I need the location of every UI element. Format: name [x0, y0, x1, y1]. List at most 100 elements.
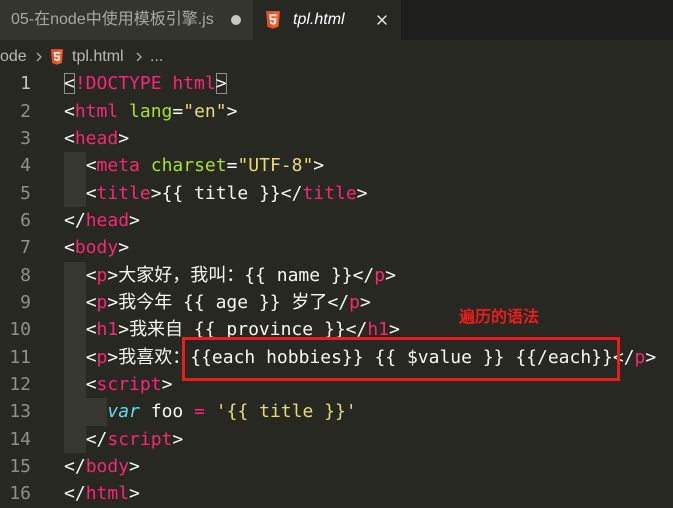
line-content: <p>大家好，我叫：{{ name }}</p>	[64, 261, 396, 289]
line-content: <head>	[64, 125, 129, 152]
code-line[interactable]: 16 </html>	[0, 480, 673, 507]
punctuation-token: >	[107, 291, 119, 313]
line-number: 12	[9, 373, 31, 395]
code-line[interactable]: 9 <p>我今年 {{ age }} 岁了</p>	[0, 288, 673, 317]
chevron-right-icon	[36, 52, 42, 62]
line-content: </script>	[64, 425, 184, 453]
code-line[interactable]: 5 <title>{{ title }}</title>	[0, 179, 673, 207]
code-line[interactable]: 3 <head>	[0, 125, 673, 152]
line-content: var foo = '{{ title }}'	[64, 398, 357, 426]
breadcrumb-symbol[interactable]: ...	[150, 41, 163, 73]
punctuation-token: >	[389, 319, 400, 341]
tab-label: tpl.html	[293, 11, 345, 28]
code-line[interactable]: 7 <body>	[0, 234, 673, 261]
punctuation-token: </	[352, 264, 375, 286]
punctuation-token: <	[64, 237, 75, 259]
code-line[interactable]: 10 <h1>我来自 {{ province }}</h1>	[0, 316, 673, 344]
code-line[interactable]: 15 </body>	[0, 453, 673, 480]
punctuation-token: <	[85, 182, 97, 204]
punctuation-token: </	[280, 182, 303, 204]
code-line[interactable]: 1 <!DOCTYPE html>	[0, 70, 673, 97]
line-number: 6	[20, 209, 31, 231]
punctuation-token: >	[129, 209, 140, 231]
code-line[interactable]: 2 <html lang="en">	[0, 98, 673, 125]
punctuation-token: >	[107, 264, 119, 286]
text-token: 大家好，我叫：{{ name }}	[118, 264, 353, 286]
punctuation-token: >	[161, 373, 173, 395]
tag-token: p	[349, 291, 360, 313]
line-content: <script>	[64, 370, 173, 399]
line-number: 2	[20, 100, 31, 122]
tag-token: head	[85, 209, 130, 231]
code-line[interactable]: 12 <script>	[0, 370, 673, 399]
punctuation-token: >	[356, 182, 368, 204]
indent-guide	[64, 316, 86, 344]
tab-tpl-html[interactable]: tpl.html	[253, 0, 401, 40]
punctuation-token: >	[118, 127, 130, 149]
punctuation-token: =	[226, 155, 238, 177]
code-line[interactable]: 4 <meta charset="UTF-8">	[0, 152, 673, 180]
line-number: 15	[9, 455, 31, 477]
tab-bar: 05-在node中使用模板引擎.js tpl.html	[0, 0, 673, 40]
code-line[interactable]: 13 var foo = '{{ title }}'	[0, 398, 673, 426]
line-number: 14	[9, 428, 31, 450]
line-content: </head>	[64, 207, 140, 234]
indent-guide	[64, 425, 86, 453]
tag-token: p	[374, 264, 386, 286]
punctuation-token: </	[345, 319, 368, 341]
punctuation-token: >	[172, 428, 184, 450]
tag-token: !DOCTYPE html	[74, 73, 216, 95]
punctuation-token: >	[129, 483, 140, 505]
tag-token: p	[634, 346, 646, 368]
code-editor[interactable]: 1 <!DOCTYPE html> 2 <html lang="en"> 3 <head>…	[0, 70, 673, 508]
indent-guide	[64, 179, 86, 207]
punctuation-token: >	[359, 291, 371, 313]
line-content: <h1>我来自 {{ province }}</h1>	[64, 316, 400, 344]
code-line[interactable]: 6 </head>	[0, 207, 673, 234]
chevron-right-icon	[136, 52, 142, 62]
punctuation-token: </	[612, 346, 635, 368]
line-content: <p>我今年 {{ age }} 岁了</p>	[64, 288, 371, 317]
line-number: 1	[20, 73, 31, 95]
tag-token: h1	[96, 319, 119, 341]
line-number: 9	[20, 291, 31, 313]
tag-token: body	[85, 455, 130, 477]
tag-token: head	[74, 127, 119, 149]
line-content: </body>	[64, 453, 140, 480]
punctuation-token: <	[85, 373, 97, 395]
line-number: 7	[20, 237, 31, 259]
string-token: "UTF-8"	[237, 155, 314, 177]
text-token: 我今年 {{ age }} 岁了	[118, 291, 328, 313]
tab-template-engine-js[interactable]: 05-在node中使用模板引擎.js	[0, 0, 253, 40]
line-content: <title>{{ title }}</title>	[64, 179, 368, 207]
html5-icon	[50, 49, 64, 65]
tag-token: html	[85, 483, 130, 505]
close-icon[interactable]	[376, 14, 388, 26]
tag-token: title	[96, 182, 151, 204]
punctuation-token: <	[64, 100, 75, 122]
code-line[interactable]: 11 <p>我喜欢：{{each hobbies}} {{ $value }} …	[0, 337, 673, 382]
punctuation-token: >	[313, 155, 325, 177]
line-number: 10	[9, 319, 31, 341]
breadcrumb-folder[interactable]: ode	[0, 41, 27, 73]
text-token: 我喜欢：	[118, 346, 191, 368]
line-number: 8	[20, 264, 31, 286]
annotated-code: {{each hobbies}} {{ $value }} {{/each}}	[182, 337, 620, 382]
keyword-token: var	[107, 401, 140, 423]
code-line[interactable]: 8 <p>大家好，我叫：{{ name }}</p>	[0, 261, 673, 289]
indent-guide	[64, 261, 86, 289]
line-content: <meta charset="UTF-8">	[64, 152, 325, 180]
punctuation-token: </	[64, 209, 86, 231]
punctuation-token: <	[85, 319, 97, 341]
breadcrumb-file[interactable]: tpl.html	[72, 41, 124, 73]
code-line[interactable]: 14 </script>	[0, 425, 673, 453]
tab-label: 05-在node中使用模板引擎.js	[11, 11, 214, 28]
punctuation-token: <	[85, 346, 97, 368]
html5-icon	[266, 11, 280, 29]
punctuation-token: >	[107, 346, 119, 368]
line-content: <body>	[64, 234, 129, 261]
modified-dot-icon[interactable]	[231, 15, 241, 25]
